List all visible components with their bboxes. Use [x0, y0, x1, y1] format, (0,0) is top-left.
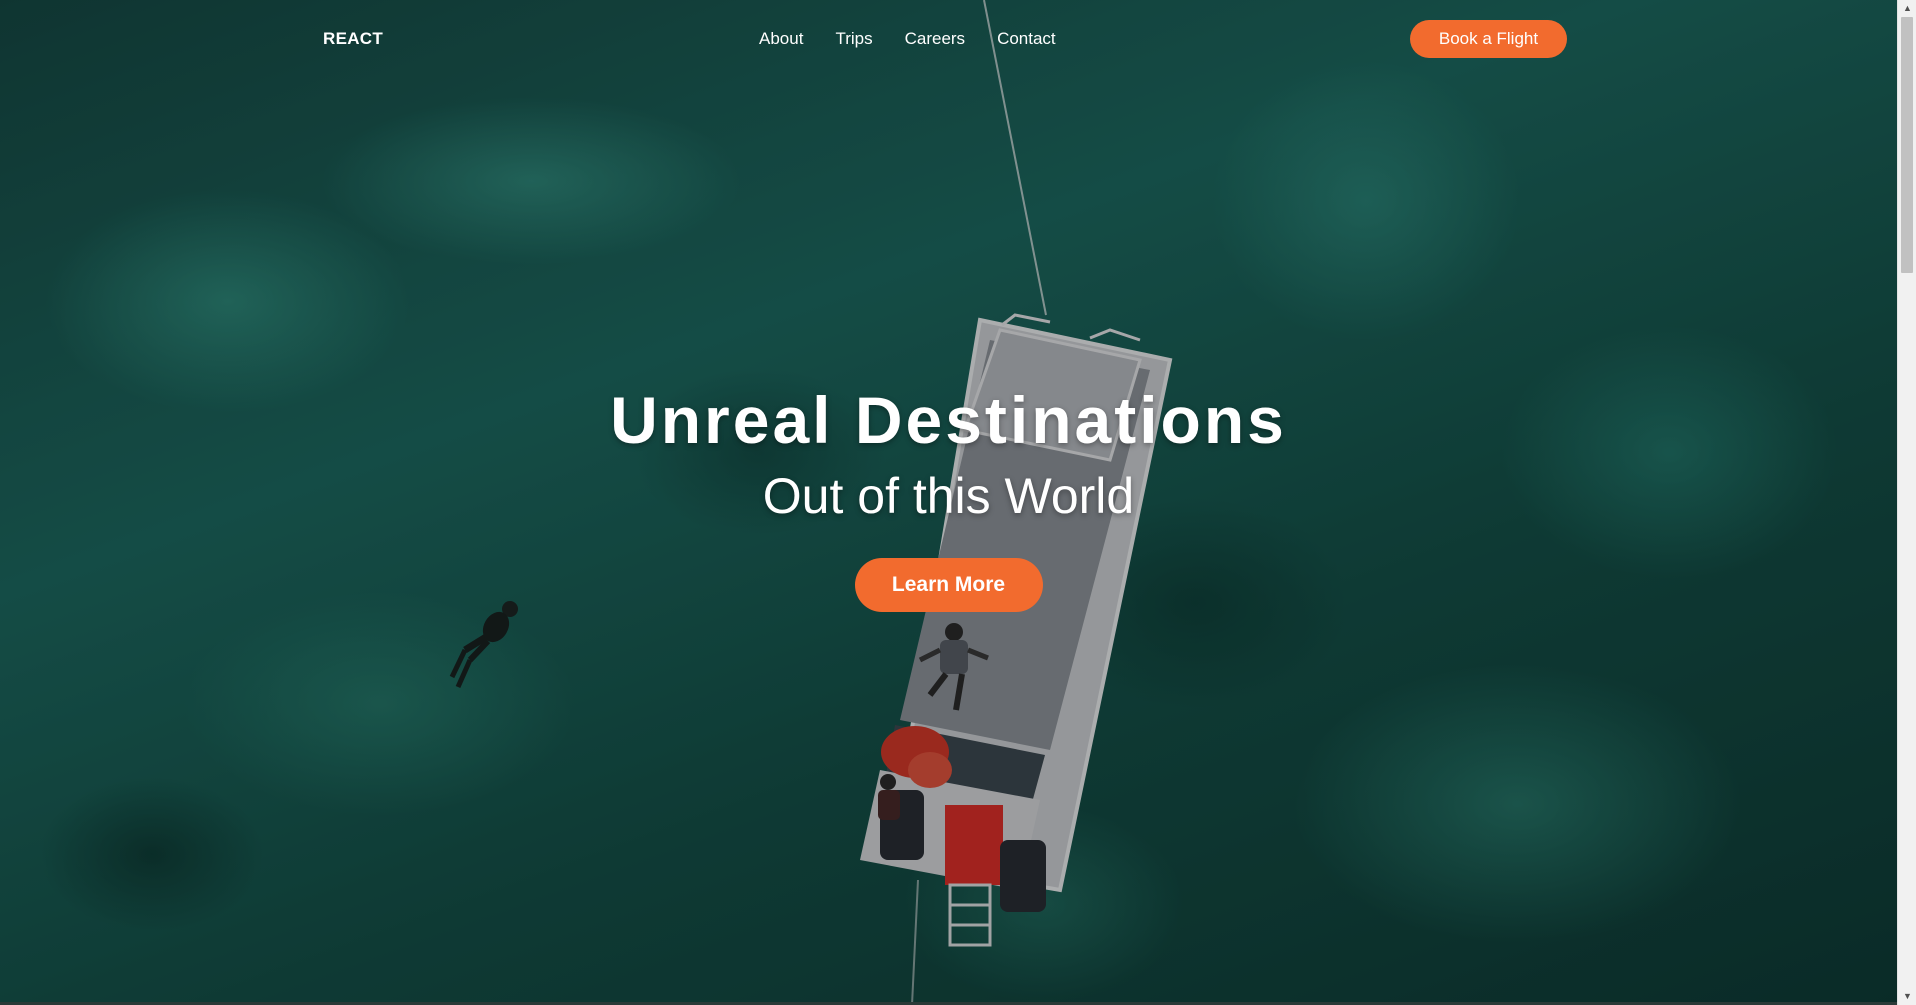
brand-logo[interactable]: REACT [323, 29, 383, 49]
scrollbar-thumb[interactable] [1901, 17, 1913, 273]
scroll-down-arrow-icon[interactable]: ▼ [1898, 988, 1916, 1005]
hero-title: Unreal Destinations [610, 383, 1287, 457]
nav-link-careers[interactable]: Careers [905, 29, 965, 48]
scroll-up-arrow-icon[interactable]: ▲ [1898, 0, 1916, 17]
book-flight-button[interactable]: Book a Flight [1410, 20, 1567, 58]
page: REACT About Trips Careers Contact Book a… [0, 0, 1916, 1005]
vertical-scrollbar[interactable]: ▲ ▼ [1897, 0, 1916, 1005]
navbar: REACT About Trips Careers Contact Book a… [0, 0, 1897, 80]
learn-more-button[interactable]: Learn More [854, 558, 1043, 612]
nav-link-trips[interactable]: Trips [835, 29, 872, 48]
nav-item-trips: Trips [835, 29, 872, 49]
nav-item-about: About [759, 29, 803, 49]
hero-subtitle: Out of this World [762, 468, 1135, 524]
nav-item-careers: Careers [905, 29, 965, 49]
nav-link-about[interactable]: About [759, 29, 803, 48]
nav-item-contact: Contact [997, 29, 1056, 49]
nav-links: About Trips Careers Contact [759, 29, 1088, 49]
nav-link-contact[interactable]: Contact [997, 29, 1056, 48]
hero-section: Unreal Destinations Out of this World Le… [0, 380, 1897, 612]
